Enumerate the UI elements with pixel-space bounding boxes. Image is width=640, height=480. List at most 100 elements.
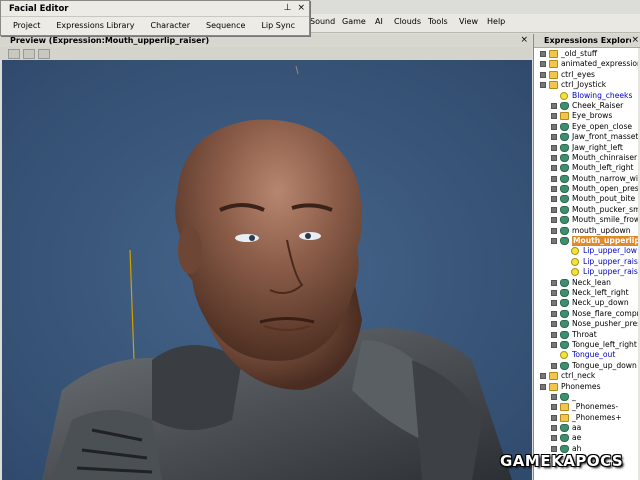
expand-toggle-icon[interactable]: [540, 71, 546, 78]
tree-item[interactable]: ae: [534, 433, 640, 443]
expand-toggle-icon[interactable]: [551, 289, 557, 296]
expand-toggle-icon[interactable]: [551, 134, 557, 141]
expand-toggle-icon[interactable]: [551, 217, 557, 224]
tree-item[interactable]: ctrl_eyes: [534, 70, 640, 80]
expand-toggle-icon[interactable]: [540, 373, 546, 380]
tree-item-label: Tongue_out: [572, 350, 616, 360]
redo-icon[interactable]: [23, 48, 35, 59]
tree-item[interactable]: Jaw_right_left: [534, 143, 640, 153]
tree-item[interactable]: Mouth_pucker_smile: [534, 205, 640, 215]
tree-item[interactable]: Tongue_out: [534, 350, 640, 360]
tree-item-label: Mouth_narrow_wide: [572, 173, 640, 183]
menu-view[interactable]: View: [459, 17, 478, 26]
tree-item[interactable]: ctrl_neck: [534, 371, 640, 381]
expand-toggle-icon[interactable]: [551, 331, 557, 338]
tree-item[interactable]: _Phonemes-: [534, 402, 640, 412]
tree-item[interactable]: Lip_upper_raise: [534, 267, 640, 277]
tree-item[interactable]: Mouth_left_right: [534, 163, 640, 173]
expand-toggle-icon[interactable]: [551, 404, 557, 411]
menu-clouds[interactable]: Clouds: [394, 17, 421, 26]
tree-item[interactable]: Mouth_narrow_wide: [534, 174, 640, 184]
tree-item[interactable]: aa: [534, 423, 640, 433]
facial-editor-menu: Project Expressions Library Character Se…: [1, 17, 309, 34]
expand-toggle-icon[interactable]: [540, 82, 546, 89]
menu-character[interactable]: Character: [142, 21, 198, 30]
tree-item[interactable]: Phonemes: [534, 382, 640, 392]
tree-item[interactable]: Neck_up_down: [534, 298, 640, 308]
close-icon[interactable]: ×: [297, 3, 305, 13]
tree-item[interactable]: Jaw_front_masseter: [534, 132, 640, 142]
menu-help[interactable]: Help: [487, 17, 505, 26]
expand-toggle-icon[interactable]: [551, 102, 557, 109]
expand-toggle-icon[interactable]: [551, 186, 557, 193]
mask-icon: [560, 299, 569, 308]
expand-toggle-icon[interactable]: [551, 414, 557, 421]
tree-item[interactable]: Eye_brows: [534, 111, 640, 121]
tree-item[interactable]: _: [534, 392, 640, 402]
expand-toggle-icon[interactable]: [551, 279, 557, 286]
menu-sound[interactable]: Sound: [310, 17, 335, 26]
preview-viewport[interactable]: [2, 60, 532, 480]
expand-toggle-icon[interactable]: [551, 206, 557, 213]
tree-item[interactable]: Neck_lean: [534, 278, 640, 288]
facial-editor-window: Facial Editor ⊥ × Project Expressions Li…: [0, 0, 310, 36]
expand-toggle-icon[interactable]: [551, 238, 557, 245]
expand-toggle-icon[interactable]: [540, 383, 546, 390]
tree-item[interactable]: Lip_upper_low: [534, 246, 640, 256]
expand-toggle-icon[interactable]: [551, 362, 557, 369]
tree-item[interactable]: Throat: [534, 330, 640, 340]
preview-close-icon[interactable]: ×: [520, 35, 528, 45]
tree-item[interactable]: Lip_upper_raise: [534, 257, 640, 267]
mask-icon: [560, 143, 569, 152]
expand-toggle-icon[interactable]: [551, 425, 557, 432]
tree-item[interactable]: Nose_pusher_pressed: [534, 319, 640, 329]
expand-toggle-icon[interactable]: [551, 123, 557, 130]
expand-toggle-icon[interactable]: [551, 144, 557, 151]
facial-editor-titlebar[interactable]: Facial Editor: [1, 1, 309, 17]
menu-project[interactable]: Project: [5, 21, 48, 30]
expand-toggle-icon[interactable]: [551, 300, 557, 307]
expand-toggle-icon[interactable]: [551, 393, 557, 400]
expand-toggle-icon[interactable]: [551, 154, 557, 161]
pin-icon[interactable]: ⊥: [284, 3, 292, 13]
tree-item[interactable]: Mouth_pout_bite: [534, 194, 640, 204]
menu-lip-sync[interactable]: Lip Sync: [253, 21, 303, 30]
reset-icon[interactable]: [38, 48, 50, 59]
expand-toggle-icon[interactable]: [551, 227, 557, 234]
tree-item[interactable]: _old_stuff: [534, 49, 640, 59]
tree-item[interactable]: ctrl_Joystick: [534, 80, 640, 90]
menu-game[interactable]: Game: [342, 17, 366, 26]
expand-toggle-icon[interactable]: [540, 51, 546, 57]
expand-toggle-icon[interactable]: [551, 113, 557, 120]
expand-toggle-icon[interactable]: [551, 165, 557, 172]
expand-toggle-icon[interactable]: [551, 175, 557, 182]
expand-toggle-icon[interactable]: [551, 321, 557, 328]
tree-item[interactable]: Nose_flare_compress: [534, 309, 640, 319]
menu-tools[interactable]: Tools: [428, 17, 448, 26]
expand-toggle-icon[interactable]: [540, 61, 546, 68]
tree-item[interactable]: Cheek_Raiser: [534, 101, 640, 111]
tree-item[interactable]: animated_expressions: [534, 59, 640, 69]
expand-toggle-icon[interactable]: [551, 445, 557, 452]
menu-expressions-library[interactable]: Expressions Library: [48, 21, 142, 30]
expand-toggle-icon[interactable]: [551, 310, 557, 317]
tree-item[interactable]: Mouth_open_press: [534, 184, 640, 194]
undo-icon[interactable]: [8, 48, 20, 59]
explorer-close-icon[interactable]: ×: [631, 35, 639, 45]
tree-item[interactable]: Neck_left_right: [534, 288, 640, 298]
tree-item[interactable]: Mouth_upperlip_raiser: [534, 236, 640, 247]
tree-item[interactable]: Eye_open_close: [534, 122, 640, 132]
tree-item[interactable]: _Phonemes+: [534, 413, 640, 423]
tree-item[interactable]: Mouth_smile_frown: [534, 215, 640, 225]
tree-item[interactable]: mouth_updown: [534, 226, 640, 236]
expand-toggle-icon[interactable]: [551, 196, 557, 203]
tree-item[interactable]: Tongue_left_right: [534, 340, 640, 350]
expand-toggle-icon[interactable]: [551, 435, 557, 442]
menu-sequence[interactable]: Sequence: [198, 21, 253, 30]
expand-toggle-icon[interactable]: [551, 341, 557, 348]
tree-item[interactable]: Mouth_chinraiser: [534, 153, 640, 163]
tree-item[interactable]: Tongue_up_down: [534, 361, 640, 371]
mask-icon: [560, 330, 569, 339]
menu-ai[interactable]: AI: [375, 17, 383, 26]
tree-item[interactable]: Blowing_cheeks: [534, 91, 640, 101]
